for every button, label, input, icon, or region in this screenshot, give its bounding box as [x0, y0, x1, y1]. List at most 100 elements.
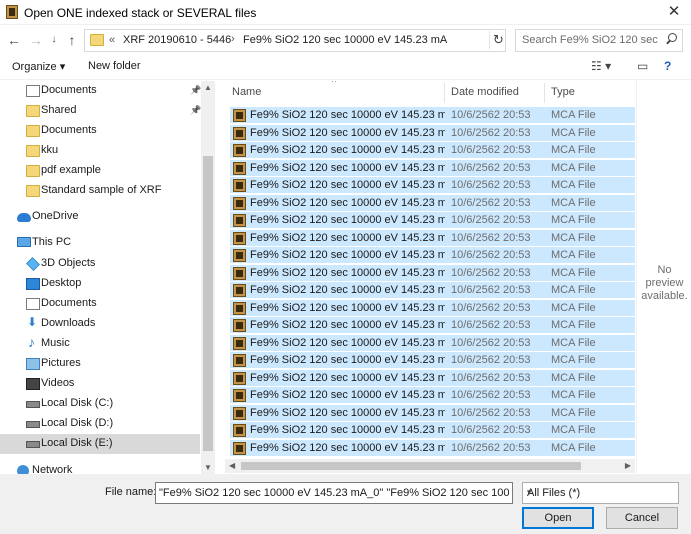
sidebar-item-kku[interactable]: kku — [0, 141, 200, 161]
back-button[interactable]: ← — [4, 30, 24, 50]
file-row[interactable]: Fe9% SiO2 120 sec 10000 eV 145.23 mA_15 1… — [230, 368, 635, 386]
file-name-value[interactable]: "Fe9% SiO2 120 sec 10000 eV 145.23 mA_0"… — [159, 487, 509, 499]
file-row[interactable]: Fe9% SiO2 120 sec 10000 eV 145.23 mA_11 1… — [230, 298, 635, 316]
file-name: Fe9% SiO2 120 sec 10000 eV 145.23 mA_2 — [250, 144, 445, 156]
column-header-date[interactable]: Date modified — [444, 81, 544, 103]
file-name-input[interactable]: "Fe9% SiO2 120 sec 10000 eV 145.23 mA_0"… — [155, 482, 513, 504]
no-preview-text: No preview available. — [641, 264, 688, 302]
chevron-right-icon[interactable]: › — [231, 33, 235, 45]
file-row[interactable]: Fe9% SiO2 120 sec 10000 eV 145.23 mA_0 10… — [230, 106, 635, 123]
search-box[interactable]: Search Fe9% SiO2 120 sec 100... — [515, 29, 683, 52]
sidebar-item-local-disk-c[interactable]: Local Disk (C:) — [0, 394, 200, 414]
address-segment-current[interactable]: Fe9% SiO2 120 sec 10000 eV 145.23 mA — [243, 34, 447, 46]
file-row[interactable]: Fe9% SiO2 120 sec 10000 eV 145.23 mA_3 10… — [230, 158, 635, 176]
chevron-down-icon[interactable]: ▾ — [527, 487, 673, 498]
sidebar-item-this-pc[interactable]: This PC — [0, 233, 200, 253]
file-row[interactable]: Fe9% SiO2 120 sec 10000 eV 145.23 mA_2 10… — [230, 141, 635, 158]
scroll-up-icon[interactable]: ▲ — [204, 83, 212, 92]
mca-file-icon — [233, 231, 246, 245]
sidebar-item-videos[interactable]: Videos — [0, 374, 200, 394]
sidebar-item-documents[interactable]: Documents — [0, 121, 200, 141]
file-row[interactable]: Fe9% SiO2 120 sec 10000 eV 145.23 mA_14 1… — [230, 351, 635, 368]
address-overflow[interactable]: « — [109, 34, 115, 46]
sidebar-item-local-disk-d[interactable]: Local Disk (D:) — [0, 414, 200, 434]
file-type: MCA File — [551, 319, 596, 331]
file-list-horizontal-scrollbar[interactable]: ◀ ▶ — [225, 459, 635, 473]
disk-icon — [26, 421, 40, 428]
file-type: MCA File — [551, 109, 596, 121]
file-row[interactable]: Fe9% SiO2 120 sec 10000 eV 145.23 mA_6 10… — [230, 211, 635, 228]
sidebar-item-pdf-example[interactable]: pdf example — [0, 161, 200, 181]
sidebar-item-local-disk-e[interactable]: Local Disk (E:) — [0, 434, 200, 454]
file-row[interactable]: Fe9% SiO2 120 sec 10000 eV 145.23 mA_5 10… — [230, 193, 635, 211]
organize-button[interactable]: Organize ▾ — [12, 60, 65, 73]
mca-file-icon — [233, 354, 246, 367]
forward-button[interactable]: → — [26, 30, 46, 50]
sidebar-item-network[interactable]: Network — [0, 461, 200, 474]
file-name: Fe9% SiO2 120 sec 10000 eV 145.23 mA_4 — [250, 179, 445, 191]
mca-file-icon — [233, 126, 246, 140]
address-bar[interactable]: « XRF 20190610 - 5446 › Fe9% SiO2 120 se… — [84, 29, 556, 52]
file-row[interactable]: Fe9% SiO2 120 sec 10000 eV 145.23 mA_1 10… — [230, 123, 635, 141]
file-date-modified: 10/6/2562 20:53 — [451, 441, 531, 454]
search-icon[interactable] — [665, 33, 677, 45]
scroll-left-icon[interactable]: ◀ — [229, 459, 235, 473]
column-header-type[interactable]: Type — [544, 81, 634, 103]
file-row[interactable]: Fe9% SiO2 120 sec 10000 eV 145.23 mA_19 1… — [230, 438, 635, 456]
file-type: MCA File — [551, 126, 596, 139]
folder-icon — [26, 125, 40, 137]
file-date-modified: 10/6/2562 20:53 — [451, 249, 531, 261]
sidebar-item-downloads[interactable]: Downloads — [0, 314, 200, 334]
file-type: MCA File — [551, 406, 596, 419]
new-folder-button[interactable]: New folder — [88, 60, 141, 72]
sidebar-item-label: Documents — [41, 84, 97, 96]
file-type: MCA File — [551, 441, 596, 454]
file-row[interactable]: Fe9% SiO2 120 sec 10000 eV 145.23 mA_7 10… — [230, 228, 635, 246]
sidebar-item-pictures[interactable]: Pictures — [0, 354, 200, 374]
sidebar-item-desktop[interactable]: Desktop — [0, 274, 200, 294]
file-row[interactable]: Fe9% SiO2 120 sec 10000 eV 145.23 mA_8 10… — [230, 246, 635, 263]
file-row[interactable]: Fe9% SiO2 120 sec 10000 eV 145.23 mA_16 1… — [230, 386, 635, 403]
address-segment-parent[interactable]: XRF 20190610 - 5446 — [123, 34, 231, 46]
sidebar-item-onedrive[interactable]: OneDrive — [0, 207, 200, 227]
sidebar-item-3d-objects[interactable]: 3D Objects — [0, 254, 200, 274]
recent-locations-button[interactable]: ↓ — [44, 30, 64, 50]
file-type: MCA File — [551, 179, 596, 191]
file-row[interactable]: Fe9% SiO2 120 sec 10000 eV 145.23 mA_9 10… — [230, 263, 635, 281]
file-type: MCA File — [551, 161, 596, 174]
file-name: Fe9% SiO2 120 sec 10000 eV 145.23 mA_10 — [250, 284, 445, 296]
file-type: MCA File — [551, 266, 596, 279]
sidebar-item-shared[interactable]: Shared 📌 — [0, 101, 201, 121]
sidebar-item-label: Documents — [41, 124, 97, 136]
search-input[interactable]: Search Fe9% SiO2 120 sec 100... — [522, 34, 660, 46]
column-header-name[interactable]: ^ Name — [225, 81, 445, 103]
file-type-select[interactable]: All Files (*) ▾ — [522, 482, 679, 504]
file-row[interactable]: Fe9% SiO2 120 sec 10000 eV 145.23 mA_10 1… — [230, 281, 635, 298]
sidebar-item-label: Pictures — [41, 357, 81, 369]
sidebar-item-documents[interactable]: Documents 📌 — [0, 81, 201, 101]
file-row[interactable]: Fe9% SiO2 120 sec 10000 eV 145.23 mA_17 1… — [230, 403, 635, 421]
preview-pane-icon[interactable]: ▭ — [637, 59, 648, 73]
sidebar-item-label: Documents — [41, 297, 97, 309]
sidebar-item-documents[interactable]: Documents — [0, 294, 200, 314]
file-row[interactable]: Fe9% SiO2 120 sec 10000 eV 145.23 mA_12 1… — [230, 316, 635, 333]
file-row[interactable]: Fe9% SiO2 120 sec 10000 eV 145.23 mA_4 10… — [230, 176, 635, 193]
sidebar-item-music[interactable]: Music — [0, 334, 200, 354]
mca-file-icon — [233, 336, 246, 350]
file-row[interactable]: Fe9% SiO2 120 sec 10000 eV 145.23 mA_18 1… — [230, 421, 635, 438]
scrollbar-thumb[interactable] — [203, 156, 213, 451]
close-button[interactable]: ✕ — [657, 0, 691, 25]
scrollbar-thumb[interactable] — [241, 462, 581, 470]
navigation-pane-scrollbar[interactable]: ▲ ▼ — [201, 81, 215, 474]
view-options-icon[interactable]: ☷ ▾ — [591, 59, 611, 73]
help-icon[interactable]: ? — [664, 59, 671, 73]
scroll-down-icon[interactable]: ▼ — [204, 463, 212, 472]
file-row[interactable]: Fe9% SiO2 120 sec 10000 eV 145.23 mA_13 1… — [230, 333, 635, 351]
up-button[interactable]: ↑ — [62, 30, 82, 50]
cancel-button[interactable]: Cancel — [606, 507, 678, 529]
refresh-button[interactable]: ↻ — [489, 31, 507, 49]
sidebar-item-standard-sample-of-xrf[interactable]: Standard sample of XRF — [0, 181, 200, 201]
scroll-right-icon[interactable]: ▶ — [625, 459, 631, 473]
file-type: MCA File — [551, 389, 596, 401]
open-button[interactable]: Open — [522, 507, 594, 529]
